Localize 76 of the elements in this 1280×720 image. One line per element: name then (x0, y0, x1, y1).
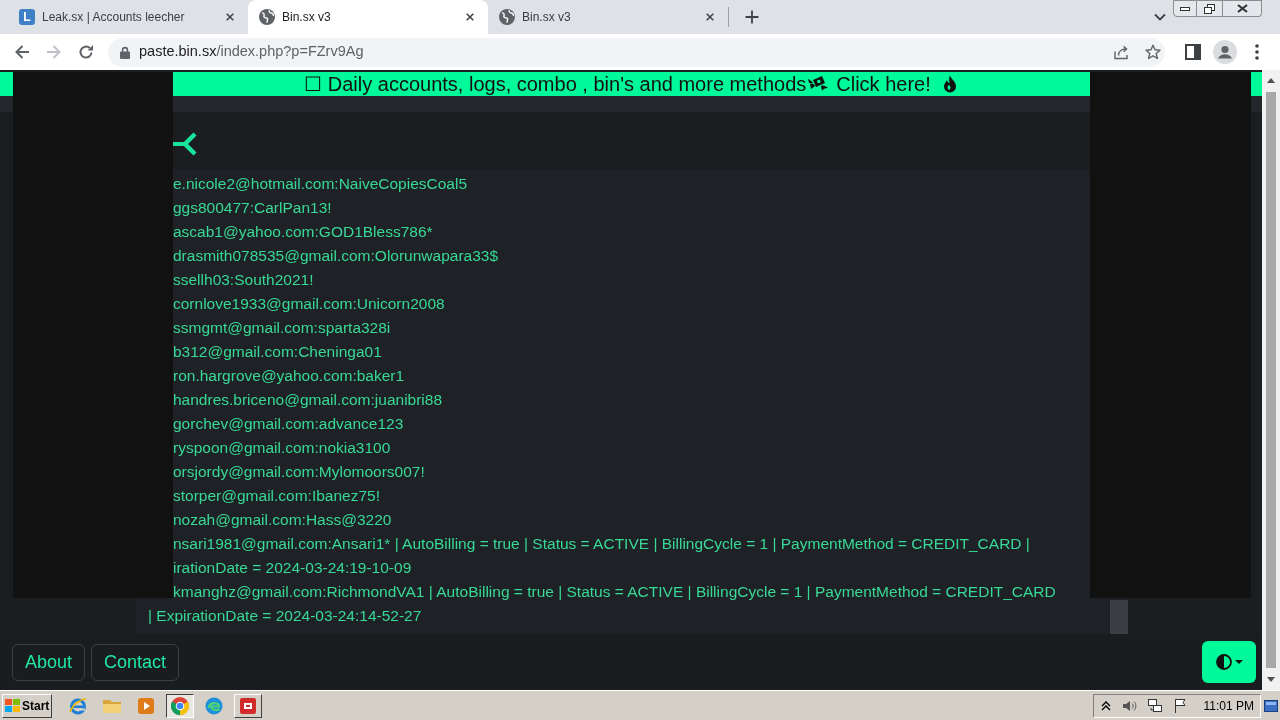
chevron-up-icon (1100, 699, 1111, 712)
close-icon (226, 13, 234, 21)
media-player-icon (136, 695, 156, 716)
paste-line: storper@gmail.com:Ibanez75! (173, 486, 380, 506)
back-arrow-icon (14, 44, 30, 60)
star-icon (1145, 44, 1161, 60)
paste-line: kmanghz@gmail.com:RichmondVA1 | AutoBilling = true | Status = ACTIVE | BillingCycle = 1 | PaymentMethod = CREDIT_CARD (173, 582, 1056, 602)
minimize-icon (1180, 6, 1190, 11)
network-button[interactable] (1145, 697, 1164, 714)
browser-tab[interactable]: Bin.sx v3 (248, 0, 488, 34)
network-icon (1146, 697, 1163, 714)
minimize-button[interactable] (1173, 0, 1197, 17)
favicon: L (19, 9, 35, 25)
e-logo-icon (68, 695, 88, 716)
browser-tab[interactable]: Bin.sx v3 (488, 0, 728, 34)
app-icon (238, 695, 258, 716)
close-icon (1236, 4, 1248, 13)
paste-line: ssmgmt@gmail.com:sparta328i (173, 318, 391, 338)
contrast-icon (1215, 654, 1232, 670)
menu-dots-icon (1255, 44, 1259, 60)
plus-icon (745, 10, 759, 24)
scroll-up-icon (1267, 78, 1275, 83)
paste-line: gorchev@gmail.com:advance123 (173, 414, 404, 434)
window-close-button[interactable] (1223, 0, 1262, 17)
paste-line: irationDate = 2024-03-24:19-10-09 (173, 558, 412, 578)
globe-icon (259, 9, 275, 25)
paste-line: cornlove1933@gmail.com:Unicorn2008 (173, 294, 445, 314)
globe-icon (499, 9, 515, 25)
reload-icon (78, 44, 94, 60)
close-icon (706, 13, 714, 21)
flag-icon (1172, 697, 1187, 714)
paste-line: b312@gmail.com:Cheninga01 (173, 342, 382, 362)
close-icon (466, 13, 474, 21)
edge-icon (204, 695, 224, 716)
paste-line: orsjordy@gmail.com:Mylomoors007! (173, 462, 425, 482)
caret-icon (1234, 660, 1243, 664)
profile-button[interactable] (1211, 38, 1239, 66)
paste-line: ggs800477:CarlPan13! (173, 198, 332, 218)
start-button[interactable]: Start (2, 693, 52, 718)
paste-line: | ExpirationDate = 2024-03-24:14-52-27 (148, 606, 422, 626)
chevron-down-icon (1154, 13, 1166, 21)
paste-line: ssellh03:South2021! (173, 270, 314, 290)
paste-line: ron.hargrove@yahoo.com:baker1 (173, 366, 405, 386)
banner-text: ☐ Daily accounts, logs, combo , bin's and more methods (304, 72, 807, 96)
browser-tab[interactable]: L Leak.sx | Accounts leecher (8, 0, 248, 34)
flame-icon (941, 75, 958, 93)
paste-line: ryspoon@gmail.com:nokia3100 (173, 438, 391, 458)
side-panel-icon (1185, 44, 1201, 60)
paste-line: handres.briceno@gmail.com:juanibri88 (173, 390, 443, 410)
paste-line: ascab1@yahoo.com:GOD1Bless786* (173, 222, 433, 242)
clock: 11:01 PM (1203, 697, 1254, 715)
url-text: paste.bin.sx/index.php?p=FZrv9Ag (139, 42, 365, 62)
share-icon (1113, 44, 1129, 60)
inner-scrollbar-thumb[interactable] (1110, 600, 1128, 634)
winged-money-icon (807, 74, 830, 94)
footer-link[interactable]: Contact (91, 643, 180, 681)
taskbar-app-button[interactable] (166, 693, 194, 718)
forward-arrow-icon (46, 44, 62, 60)
scroll-down-icon (1267, 677, 1275, 682)
lock-icon (120, 45, 130, 59)
theme-toggle-button[interactable] (1202, 641, 1256, 683)
restore-button[interactable] (1197, 0, 1223, 17)
profile-avatar-icon (1213, 40, 1237, 64)
scrollbar-thumb[interactable] (1266, 92, 1276, 668)
address-bar[interactable]: paste.bin.sx/index.php?p=FZrv9Ag (108, 37, 1165, 67)
click-here-link[interactable]: Click here! (836, 72, 931, 96)
restore-icon (1204, 3, 1215, 14)
paste-line: drasmith078535@gmail.com:Olorunwapara33$ (173, 246, 499, 266)
paste-line: e.nicole2@hotmail.com:NaiveCopiesCoal5 (173, 174, 467, 194)
paste-line: nozah@gmail.com:Hass@3220 (173, 510, 392, 530)
show-desktop-icon (1264, 699, 1278, 712)
footer-link[interactable]: About (12, 643, 86, 681)
windows-flag-icon (5, 698, 20, 713)
chrome-icon (170, 695, 190, 716)
logo-icon (173, 131, 199, 157)
paste-line: nsari1981@gmail.com:Ansari1* | AutoBilling = true | Status = ACTIVE | BillingCycle = 1 | PaymentMethod = CREDIT_CARD | (173, 534, 1030, 554)
